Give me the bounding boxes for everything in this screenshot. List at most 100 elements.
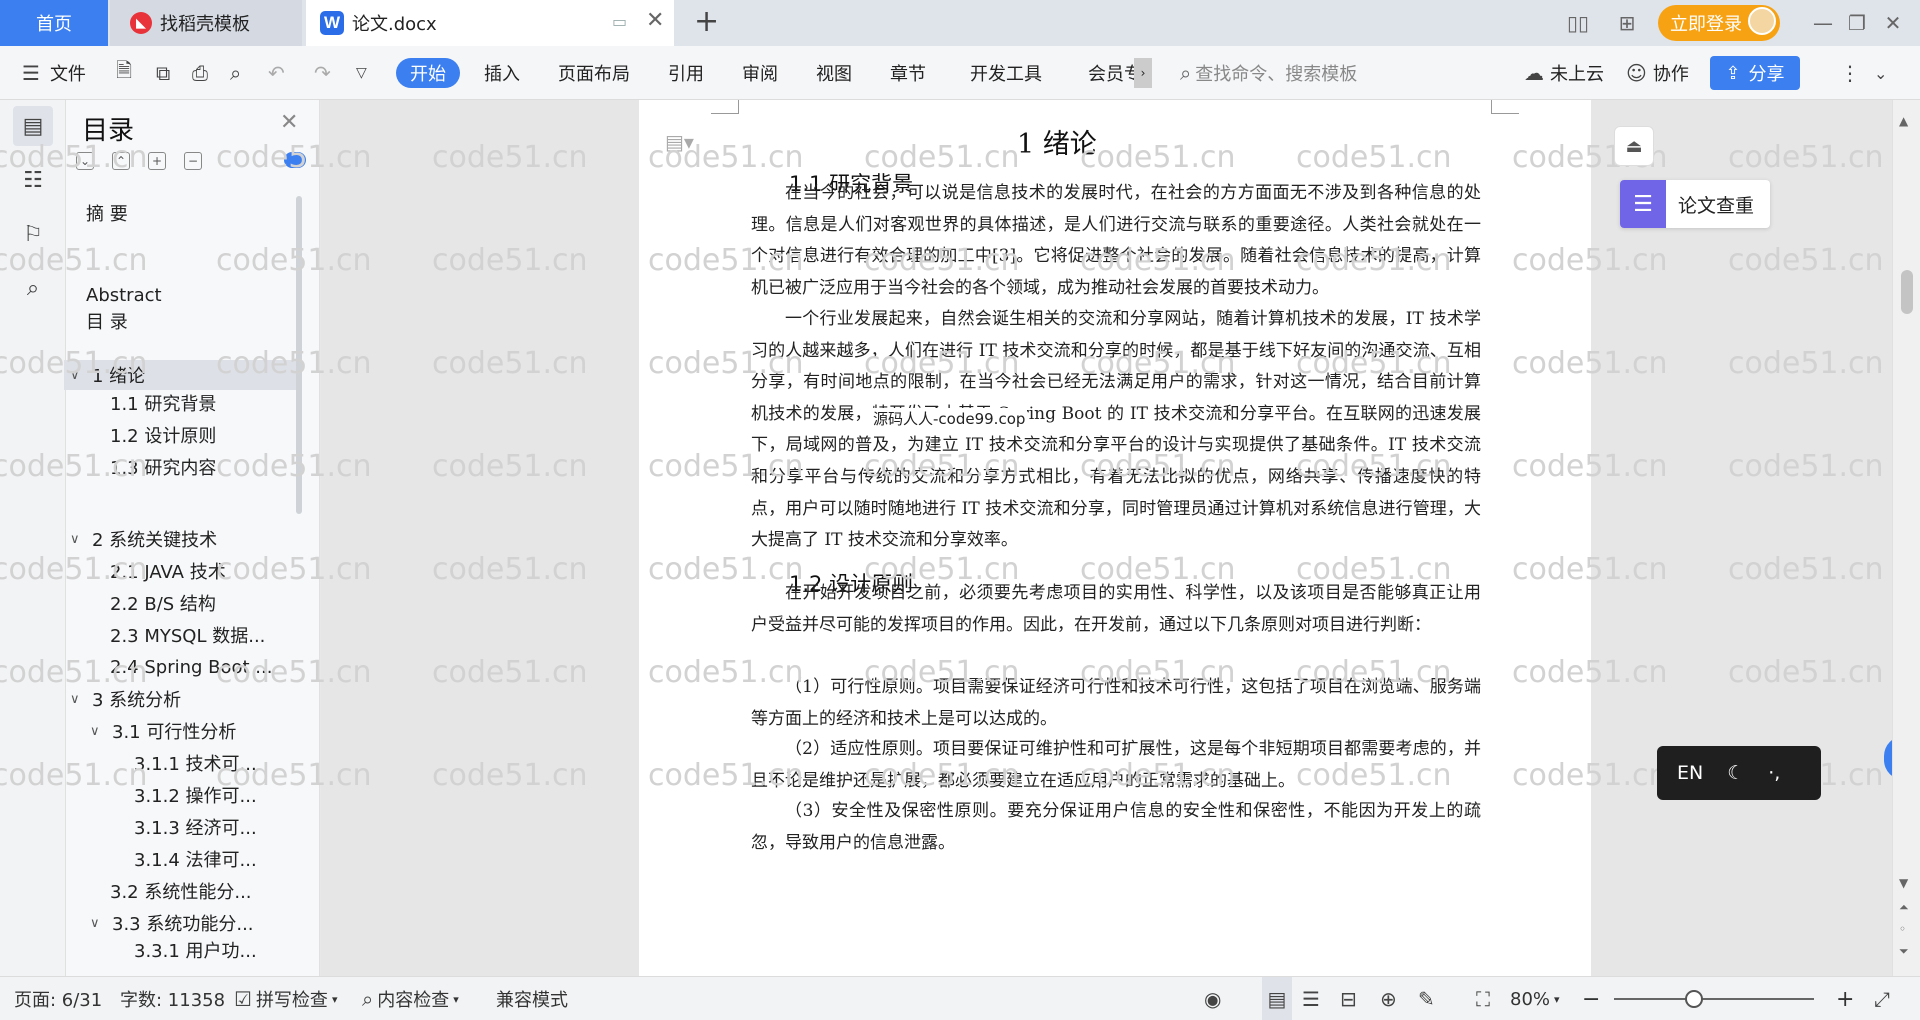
ribbon-tab-chapter[interactable]: 章节 bbox=[890, 58, 926, 88]
user-icon: ☺ bbox=[1626, 61, 1647, 85]
reading-view-icon[interactable]: ⊟ bbox=[1340, 977, 1357, 1020]
zoom-slider-handle[interactable] bbox=[1685, 990, 1703, 1008]
pen-icon[interactable]: ✎ bbox=[1418, 977, 1435, 1020]
overlay-text: 源码人人-code99.cop bbox=[871, 408, 1028, 429]
chevron-down-icon[interactable]: ∨ bbox=[70, 532, 82, 547]
add-heading-icon[interactable]: + bbox=[148, 152, 166, 170]
web-view-icon[interactable]: ⊕ bbox=[1380, 977, 1397, 1020]
eye-protection-icon[interactable]: ◉ bbox=[1204, 977, 1221, 1020]
scroll-down-icon[interactable]: ▼ bbox=[1899, 876, 1908, 890]
word-count[interactable]: 字数: 11358 bbox=[120, 977, 225, 1020]
more-options-icon[interactable]: ⋮ bbox=[1840, 58, 1860, 88]
print-icon[interactable]: ⎙ bbox=[192, 58, 208, 88]
select-object-icon[interactable]: ◦ bbox=[1899, 922, 1906, 936]
remove-heading-icon[interactable]: − bbox=[184, 152, 202, 170]
document-page[interactable]: ▤▾ 1 绪论 1.1 研究背景 在当今的社会，可以说是信息技术的发展时代，在社… bbox=[639, 100, 1591, 976]
vertical-scrollbar[interactable]: ▲ ▼ ⏶ ◦ ⏷ bbox=[1892, 100, 1920, 976]
export-icon[interactable]: ⧉ bbox=[156, 58, 170, 88]
toc-item[interactable]: 3.2 系统性能分... bbox=[110, 876, 330, 906]
toc-item[interactable]: 摘 要 bbox=[86, 198, 306, 228]
toc-item[interactable]: 1.2 设计原则 bbox=[110, 420, 330, 450]
toc-item-label: 3.1 可行性分析 bbox=[112, 722, 237, 743]
command-search[interactable]: ⌕ 查找命令、搜索模板 bbox=[1180, 58, 1357, 88]
ribbon-tab-developer[interactable]: 开发工具 bbox=[970, 58, 1042, 88]
print-preview-icon[interactable]: ⌕ bbox=[230, 58, 241, 88]
redo-icon[interactable]: ↷ bbox=[314, 58, 331, 88]
restore-icon[interactable]: ❐ bbox=[1844, 10, 1870, 36]
chevron-down-icon[interactable]: ∨ bbox=[90, 916, 102, 931]
login-button[interactable]: 立即登录 bbox=[1658, 5, 1780, 41]
ribbon-tab-page-layout[interactable]: 页面布局 bbox=[558, 58, 630, 88]
minimize-icon[interactable]: — bbox=[1810, 10, 1836, 36]
outline-view-icon[interactable]: ☰ bbox=[1302, 977, 1320, 1020]
quick-access-dropdown-icon[interactable]: ▽ bbox=[356, 58, 367, 88]
toc-panel-icon[interactable]: ▤ bbox=[13, 106, 53, 146]
file-menu[interactable]: ☰ 文件 bbox=[22, 58, 86, 88]
new-tab-button[interactable]: + bbox=[694, 4, 719, 39]
scroll-up-icon[interactable]: ▲ bbox=[1899, 114, 1908, 128]
save-icon[interactable]: 🗎 bbox=[116, 58, 132, 88]
ribbon-tab-references[interactable]: 引用 bbox=[668, 58, 704, 88]
toc-item[interactable]: 2.1 JAVA 技术 bbox=[110, 556, 330, 586]
undo-icon[interactable]: ↶ bbox=[268, 58, 285, 88]
close-tab-icon[interactable]: ✕ bbox=[646, 8, 664, 33]
cloud-status[interactable]: ☁ 未上云 bbox=[1524, 58, 1604, 88]
collab-button[interactable]: ☺ 协作 bbox=[1626, 58, 1689, 88]
tab-home[interactable]: 首页 bbox=[0, 0, 108, 46]
share-button[interactable]: ⇪ 分享 bbox=[1710, 56, 1800, 90]
toc-item[interactable]: 1.1 研究背景 bbox=[110, 388, 330, 418]
close-icon[interactable]: ✕ bbox=[280, 110, 298, 135]
paste-options-icon[interactable]: ▤▾ bbox=[665, 130, 694, 154]
toc-item[interactable]: 1.3 研究内容 bbox=[110, 452, 330, 482]
toc-item[interactable]: ∨ 2 系统关键技术 bbox=[70, 524, 290, 554]
collapse-panel-icon[interactable]: ⏏ bbox=[1614, 126, 1654, 166]
zoom-out-icon[interactable]: − bbox=[1582, 977, 1600, 1020]
toc-item[interactable]: 2.3 MYSQL 数据... bbox=[110, 620, 330, 650]
paragraph: （3）安全性及保密性原则。要充分保证用户信息的安全性和保密性，不能因为开发上的疏… bbox=[751, 801, 1481, 853]
page-view-icon[interactable]: ▤ bbox=[1262, 977, 1292, 1020]
apps-grid-icon[interactable]: ⊞ bbox=[1614, 10, 1640, 36]
screen-icon[interactable]: ▭ bbox=[612, 12, 627, 31]
chevron-down-icon[interactable]: ∨ bbox=[90, 724, 102, 739]
ime-status-box[interactable]: EN ☾ ·, bbox=[1657, 746, 1821, 800]
spellcheck-button[interactable]: ☑ 拼写检查 ▾ bbox=[234, 977, 337, 1020]
navigation-icon[interactable]: ☷ bbox=[13, 160, 53, 200]
chevron-down-icon[interactable]: ∨ bbox=[70, 368, 82, 383]
close-window-icon[interactable]: ✕ bbox=[1880, 10, 1906, 36]
toc-item[interactable]: 目 录 bbox=[86, 306, 306, 336]
next-page-icon[interactable]: ⏷ bbox=[1899, 944, 1909, 959]
tab-document[interactable]: W 论文.docx ▭ ✕ bbox=[306, 0, 674, 46]
toc-item[interactable]: ∨ 3.1 可行性分析 bbox=[90, 716, 310, 746]
prev-page-icon[interactable]: ⏶ bbox=[1899, 900, 1909, 915]
bookmark-icon[interactable]: ⚐ bbox=[13, 214, 53, 254]
caret-down-icon: ▾ bbox=[331, 992, 338, 1006]
ribbon-tab-review[interactable]: 审阅 bbox=[742, 58, 778, 88]
share-icon: ⇪ bbox=[1725, 62, 1741, 84]
zoom-slider[interactable] bbox=[1614, 998, 1814, 1000]
toc-item[interactable]: 2.2 B/S 结构 bbox=[110, 588, 330, 618]
collapse-ribbon-icon[interactable]: ⌄ bbox=[1874, 58, 1887, 88]
find-icon[interactable]: ⌕ bbox=[13, 268, 53, 308]
ribbon-tab-start[interactable]: 开始 bbox=[396, 58, 460, 88]
fit-page-icon[interactable]: ⛶ bbox=[1476, 977, 1490, 1020]
toc-item[interactable]: 2.4 Spring Boot ... bbox=[110, 652, 330, 682]
ai-toggle-icon[interactable] bbox=[284, 152, 306, 168]
toc-item[interactable]: ∨ 1 绪论 bbox=[64, 360, 296, 390]
zoom-in-icon[interactable]: + bbox=[1836, 977, 1854, 1020]
expand-up-icon[interactable]: ⌃ bbox=[112, 152, 130, 170]
ribbon-more-icon[interactable]: › bbox=[1134, 58, 1152, 88]
toc-item[interactable]: ∨ 3 系统分析 bbox=[70, 684, 290, 714]
fullscreen-icon[interactable]: ⤢ bbox=[1874, 977, 1890, 1020]
plagiarism-check-button[interactable]: ☰ 论文查重 bbox=[1620, 180, 1770, 228]
page-indicator[interactable]: 页面: 6/31 bbox=[14, 977, 102, 1020]
ribbon-tab-view[interactable]: 视图 bbox=[816, 58, 852, 88]
content-check-button[interactable]: ⌕ 内容检查 ▾ bbox=[362, 977, 459, 1020]
window-layout-icon[interactable]: ▯▯ bbox=[1560, 10, 1596, 36]
tab-daoke-templates[interactable]: ◣ 找稻壳模板 bbox=[110, 0, 302, 46]
ribbon-tab-insert[interactable]: 插入 bbox=[484, 58, 520, 88]
collapse-all-icon[interactable]: ⌄ bbox=[76, 152, 94, 170]
chevron-down-icon[interactable]: ∨ bbox=[70, 692, 82, 707]
scroll-thumb[interactable] bbox=[1901, 270, 1913, 314]
toc-item[interactable]: ∨ 3.3 系统功能分... bbox=[90, 908, 310, 938]
zoom-dropdown[interactable]: 80% ▾ bbox=[1510, 977, 1560, 1020]
